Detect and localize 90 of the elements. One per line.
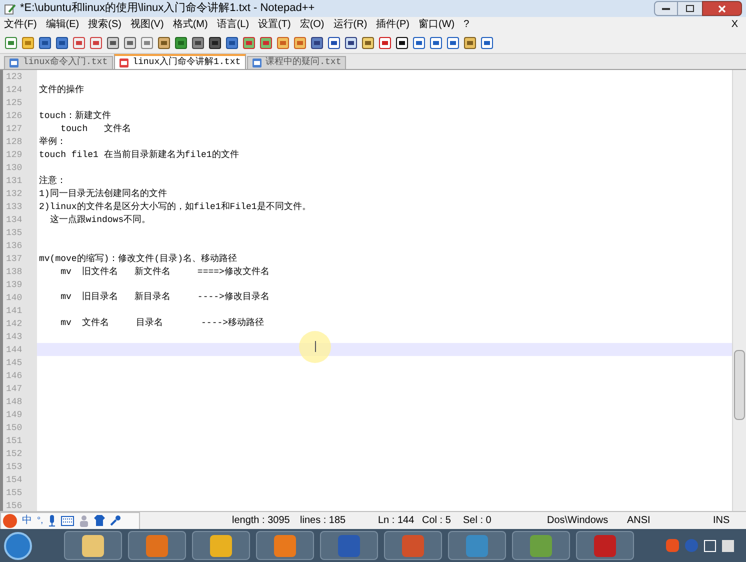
- file-tab[interactable]: 课程中的疑问.txt: [246, 56, 346, 69]
- status-field: length : 3095: [232, 513, 300, 528]
- line-number: 138: [5, 266, 24, 279]
- line-number: 132: [5, 188, 24, 201]
- line-number: 145: [5, 357, 24, 370]
- line-number: 125: [5, 97, 24, 110]
- line-number: 142: [5, 318, 24, 331]
- line-number: 134: [5, 214, 24, 227]
- taskbar-app-button[interactable]: [192, 531, 250, 560]
- tab-label: linux命令入门.txt: [23, 56, 108, 70]
- status-field: lines : 185: [300, 513, 378, 528]
- line-number: 152: [5, 448, 24, 461]
- line-number: 149: [5, 409, 24, 422]
- line-number: 123: [5, 71, 24, 84]
- line-number: 153: [5, 461, 24, 474]
- keyboard-icon[interactable]: [61, 516, 74, 526]
- line-number: 150: [5, 422, 24, 435]
- menu-item[interactable]: 编辑(E): [46, 17, 80, 32]
- menu-item[interactable]: 窗口(W): [418, 17, 455, 32]
- close-document-button[interactable]: X: [731, 17, 742, 32]
- tab-label: linux入门命令讲解1.txt: [132, 56, 241, 69]
- code-text: touch 文件名: [60, 122, 131, 136]
- menu-item[interactable]: 视图(V): [130, 17, 164, 32]
- line-number: 148: [5, 396, 24, 409]
- line-number: 141: [5, 305, 24, 318]
- code-text: mv 文件名 目录名 ---->移动路径: [60, 317, 264, 330]
- file-tab[interactable]: linux入门命令讲解1.txt: [114, 54, 246, 69]
- ime-mode[interactable]: 中: [22, 513, 32, 528]
- code-text: mv 旧文件名 新文件名 ====>修改文件名: [60, 266, 270, 279]
- line-number: 131: [5, 175, 24, 188]
- line-number: 139: [5, 279, 24, 292]
- menu-item[interactable]: 格式(M): [172, 17, 208, 32]
- code-text: 文件的操作: [39, 84, 84, 97]
- close-button[interactable]: [702, 1, 742, 16]
- code-text: 举例：: [39, 136, 66, 149]
- line-number: 154: [5, 474, 24, 487]
- line-number: 124: [5, 84, 24, 97]
- line-number: 146: [5, 370, 24, 383]
- minimize-button[interactable]: [654, 1, 678, 16]
- status-field: Ln : 144: [378, 513, 422, 528]
- line-number: 143: [5, 331, 24, 344]
- menu-item[interactable]: ?: [464, 17, 470, 32]
- line-number: 130: [5, 162, 24, 175]
- line-number: 133: [5, 201, 24, 214]
- line-number: 147: [5, 383, 24, 396]
- scrollbar-thumb[interactable]: [734, 350, 745, 420]
- status-field: INS: [713, 513, 743, 528]
- line-number: 129: [5, 149, 24, 162]
- line-number: 155: [5, 487, 24, 500]
- file-tab[interactable]: linux命令入门.txt: [4, 56, 113, 69]
- line-number: 127: [5, 123, 24, 136]
- line-number: 156: [5, 500, 24, 513]
- microphone-icon[interactable]: [48, 514, 56, 526]
- menu-item[interactable]: 设置(T): [258, 17, 291, 32]
- start-button[interactable]: [4, 532, 32, 560]
- status-field: Dos\Windows: [547, 513, 627, 528]
- menu-item[interactable]: 运行(R): [333, 17, 368, 32]
- code-text: touch：新建文件: [39, 110, 112, 123]
- line-number: 136: [5, 240, 24, 253]
- tab-label: 课程中的疑问.txt: [266, 56, 342, 70]
- window-title: *E:\ubuntu和linux的使用\linux入门命令讲解1.txt - Notepad++: [20, 0, 315, 16]
- wrench-icon[interactable]: [110, 515, 122, 526]
- code-text: mv(move的缩写)：修改文件(目录)名、移动路径: [39, 252, 238, 266]
- menu-item[interactable]: 宏(O): [300, 17, 324, 32]
- code-text: touch file1 在当前目录新建名为file1的文件: [39, 148, 239, 162]
- shirt-icon[interactable]: [94, 515, 106, 526]
- line-number: 128: [5, 136, 24, 149]
- code-text: 1)同一目录无法创建同名的文件: [39, 188, 167, 201]
- menu-item[interactable]: 语言(L): [216, 17, 250, 32]
- line-number: 140: [5, 292, 24, 305]
- maximize-button[interactable]: [678, 1, 702, 16]
- text-cursor-icon: [299, 330, 331, 363]
- code-text: 注意：: [39, 174, 66, 188]
- line-number: 137: [5, 253, 24, 266]
- code-text: mv 旧目录名 新目录名 ---->修改目录名: [60, 291, 270, 304]
- line-number: 144: [5, 344, 24, 357]
- line-number: 135: [5, 227, 24, 240]
- line-number: 126: [5, 110, 24, 123]
- status-field: Col : 5: [422, 513, 463, 528]
- ime-punctuation[interactable]: °,: [37, 514, 44, 528]
- menu-item[interactable]: 搜索(S): [88, 17, 122, 32]
- code-text: 这一点跟windows不同。: [48, 214, 151, 227]
- menu-item[interactable]: 文件(F): [4, 17, 37, 32]
- menu-item[interactable]: 插件(P): [376, 17, 410, 32]
- vertical-scrollbar[interactable]: [732, 70, 746, 511]
- taskbar-app-button[interactable]: [64, 531, 122, 560]
- code-text: 2)linux的文件名是区分大小写的，如file1和File1是不同文件。: [39, 200, 311, 214]
- status-field: Sel : 0: [463, 513, 547, 528]
- status-field: ANSI: [627, 513, 713, 528]
- line-number: 151: [5, 435, 24, 448]
